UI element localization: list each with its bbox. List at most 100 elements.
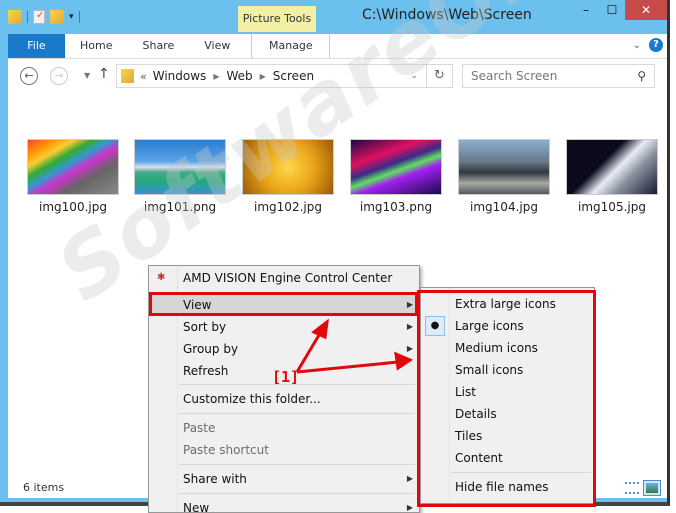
- recent-locations-dropdown[interactable]: ▼: [84, 71, 90, 80]
- close-button[interactable]: ✕: [625, 0, 667, 20]
- address-bar[interactable]: « Windows ▶ Web ▶ Screen ⌄ ↻: [116, 64, 453, 88]
- amd-icon: ✱: [157, 272, 166, 283]
- menu-item-label: Paste: [183, 421, 216, 435]
- view-option-list[interactable]: List: [423, 381, 593, 403]
- menu-separator: [451, 472, 591, 473]
- file-name: img102.jpg: [254, 200, 322, 214]
- file-item[interactable]: img101.png: [132, 139, 228, 214]
- submenu-arrow-icon: ▶: [406, 322, 413, 331]
- menu-item-new[interactable]: New ▶: [151, 497, 417, 513]
- view-option-hide-file-names[interactable]: Hide file names: [423, 476, 593, 498]
- breadcrumb-windows[interactable]: Windows: [153, 69, 207, 83]
- search-placeholder: Search Screen: [471, 69, 558, 83]
- context-menu: ✱ AMD VISION Engine Control Center View …: [148, 265, 420, 513]
- tab-home[interactable]: Home: [65, 34, 127, 58]
- file-item[interactable]: img103.png: [348, 139, 444, 214]
- thumbnail: [27, 139, 119, 195]
- menu-item-amd-vision[interactable]: ✱ AMD VISION Engine Control Center: [151, 267, 417, 289]
- status-item-count: 6 items: [23, 481, 65, 494]
- overflow-icon[interactable]: «: [140, 70, 147, 83]
- menu-item-label: Small icons: [455, 363, 524, 377]
- menu-item-label: Hide file names: [455, 480, 549, 494]
- submenu-arrow-icon: ▶: [406, 344, 413, 353]
- address-dropdown-icon[interactable]: ⌄: [410, 71, 418, 81]
- customize-toolbar-dropdown[interactable]: ▾: [69, 12, 74, 22]
- annotation-label: [1]: [272, 368, 300, 386]
- menu-item-customize-folder[interactable]: Customize this folder...: [151, 388, 417, 410]
- view-option-details[interactable]: Details: [423, 403, 593, 425]
- folder-icon: [121, 69, 134, 83]
- thumbnail: [242, 139, 334, 195]
- thumbnail: [458, 139, 550, 195]
- back-button[interactable]: ←: [20, 67, 38, 85]
- thumbnail: [350, 139, 442, 195]
- file-name: img104.jpg: [470, 200, 538, 214]
- toolbar-separator: [27, 11, 28, 23]
- window-title: C:\Windows\Web\Screen: [362, 7, 532, 23]
- view-option-tiles[interactable]: Tiles: [423, 425, 593, 447]
- view-option-small-icons[interactable]: Small icons: [423, 359, 593, 381]
- tab-manage[interactable]: Manage: [251, 34, 331, 58]
- refresh-button[interactable]: ↻: [426, 65, 452, 87]
- menu-item-label: Paste shortcut: [183, 443, 269, 457]
- window-controls: – ☐ ✕: [573, 0, 667, 20]
- view-option-large-icons[interactable]: ● Large icons: [423, 315, 593, 337]
- menu-item-label: Large icons: [455, 319, 524, 333]
- file-item[interactable]: img104.jpg: [456, 139, 552, 214]
- tab-share[interactable]: Share: [127, 34, 189, 58]
- menu-item-label: New: [183, 501, 210, 513]
- file-item[interactable]: img105.jpg: [564, 139, 660, 214]
- tab-view[interactable]: View: [189, 34, 245, 58]
- file-item[interactable]: img100.jpg: [25, 139, 121, 214]
- minimize-button[interactable]: –: [573, 0, 599, 20]
- menu-item-label: View: [183, 298, 212, 312]
- menu-item-label: Medium icons: [455, 341, 538, 355]
- view-option-medium-icons[interactable]: Medium icons: [423, 337, 593, 359]
- menu-item-label: Share with: [183, 472, 247, 486]
- menu-separator: [179, 493, 415, 494]
- file-name: img100.jpg: [39, 200, 107, 214]
- menu-item-share-with[interactable]: Share with ▶: [151, 468, 417, 490]
- view-toggle: [625, 480, 661, 496]
- menu-item-label: Extra large icons: [455, 297, 556, 311]
- view-option-extra-large-icons[interactable]: Extra large icons: [423, 293, 593, 315]
- breadcrumb-separator[interactable]: ▶: [260, 72, 266, 81]
- properties-icon[interactable]: [33, 10, 45, 24]
- breadcrumb-web[interactable]: Web: [226, 69, 252, 83]
- file-item[interactable]: img102.jpg: [240, 139, 336, 214]
- menu-item-label: Details: [455, 407, 497, 421]
- new-folder-icon[interactable]: [50, 10, 64, 24]
- menu-item-sort-by[interactable]: Sort by ▶: [151, 316, 417, 338]
- menu-item-label: Sort by: [183, 320, 227, 334]
- large-icons-view-icon[interactable]: [643, 480, 661, 496]
- forward-button[interactable]: →: [50, 67, 68, 85]
- maximize-button[interactable]: ☐: [599, 0, 625, 20]
- menu-item-label: Tiles: [455, 429, 483, 443]
- menu-item-label: Customize this folder...: [183, 392, 321, 406]
- search-input[interactable]: Search Screen ⚲: [462, 64, 655, 88]
- breadcrumb-separator[interactable]: ▶: [213, 72, 219, 81]
- view-option-content[interactable]: Content: [423, 447, 593, 469]
- thumbnail: [134, 139, 226, 195]
- selected-bullet-icon: ●: [425, 316, 445, 336]
- menu-item-paste-shortcut: Paste shortcut: [151, 439, 417, 461]
- menu-item-label: Group by: [183, 342, 239, 356]
- up-button[interactable]: ↑: [98, 66, 110, 82]
- details-view-icon[interactable]: [625, 482, 639, 494]
- expand-ribbon-icon[interactable]: ⌄: [633, 40, 641, 51]
- file-name: img103.png: [359, 200, 433, 214]
- folder-icon[interactable]: [8, 10, 22, 24]
- title-bar[interactable]: ▾ Picture Tools C:\Windows\Web\Screen – …: [0, 0, 667, 34]
- quick-access-toolbar: ▾: [8, 10, 80, 24]
- search-icon[interactable]: ⚲: [637, 65, 646, 87]
- submenu-arrow-icon: ▶: [406, 300, 413, 309]
- menu-item-view[interactable]: View ▶: [151, 294, 417, 316]
- breadcrumb-screen[interactable]: Screen: [273, 69, 314, 83]
- menu-item-label: AMD VISION Engine Control Center: [183, 271, 393, 285]
- navigation-bar: ← → ▼ ↑ « Windows ▶ Web ▶ Screen ⌄ ↻ Sea…: [8, 59, 667, 93]
- file-name: img101.png: [143, 200, 217, 214]
- tab-file[interactable]: File: [8, 34, 65, 58]
- help-icon[interactable]: ?: [649, 38, 663, 52]
- menu-separator: [179, 464, 415, 465]
- menu-item-group-by[interactable]: Group by ▶: [151, 338, 417, 360]
